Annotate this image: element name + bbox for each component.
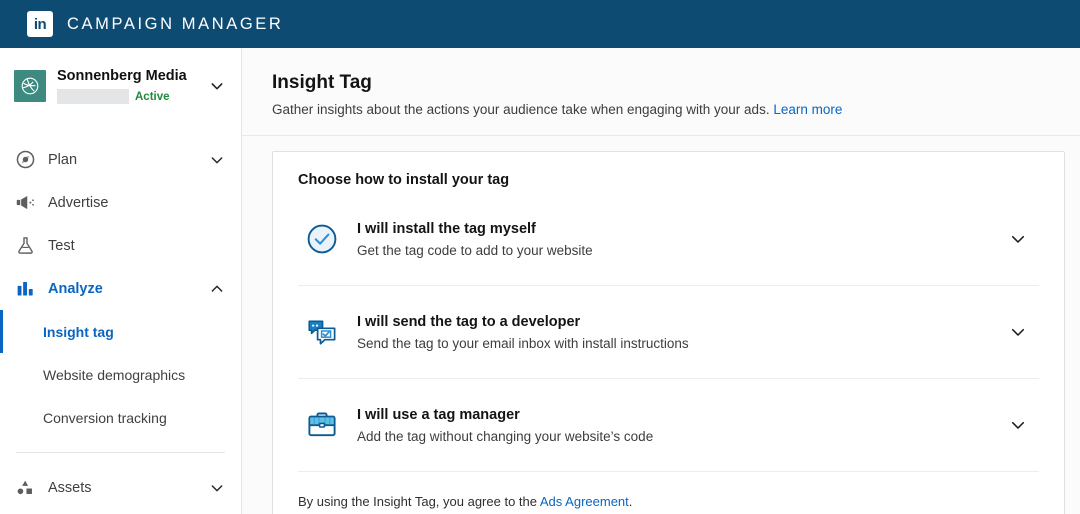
install-options-card: Choose how to install your tag I will in…	[272, 151, 1065, 514]
chevron-down-icon[interactable]	[1009, 323, 1027, 341]
account-selector[interactable]: Sonnenberg Media Active	[0, 48, 241, 120]
app-body: Sonnenberg Media Active Plan Advertise T…	[0, 48, 1080, 514]
briefcase-icon	[305, 408, 339, 442]
ads-agreement-link[interactable]: Ads Agreement	[540, 494, 629, 509]
option-title: I will send the tag to a developer	[357, 314, 581, 331]
card-footer: By using the Insight Tag, you agree to t…	[298, 471, 1039, 509]
main-content: Insight Tag Gather insights about the ac…	[242, 48, 1080, 514]
megaphone-icon	[14, 192, 36, 214]
linkedin-logo-icon[interactable]: in	[27, 11, 53, 37]
page-title: Insight Tag	[272, 72, 372, 93]
chevron-down-icon[interactable]	[1009, 230, 1027, 248]
option-description: Add the tag without changing your websit…	[357, 429, 654, 445]
sidebar-item-assets[interactable]: Assets	[0, 466, 241, 509]
account-name: Sonnenberg Media	[57, 68, 187, 84]
sidebar-item-insight-tag[interactable]: Insight tag	[0, 310, 241, 353]
page-subtitle: Gather insights about the actions your a…	[272, 101, 1080, 119]
sidebar-subitem-label: Conversion tracking	[43, 409, 167, 426]
flask-icon	[14, 235, 36, 257]
sidebar-item-test[interactable]: Test	[0, 224, 241, 267]
option-description: Send the tag to your email inbox with in…	[357, 336, 689, 352]
sidebar-item-label: Assets	[48, 479, 92, 496]
sidebar-item-label: Test	[48, 237, 75, 254]
chevron-down-icon[interactable]	[209, 78, 225, 94]
compass-icon	[14, 149, 36, 171]
sidebar-item-conversion-tracking[interactable]: Conversion tracking	[0, 396, 241, 439]
bar-chart-icon	[14, 278, 36, 300]
campaign-manager-app: in CAMPAIGN MANAGER Sonnenberg Media Act…	[0, 0, 1080, 514]
option-title: I will use a tag manager	[357, 407, 520, 424]
sidebar-item-website-demographics[interactable]: Website demographics	[0, 353, 241, 396]
top-header-bar: in CAMPAIGN MANAGER	[0, 0, 1080, 48]
sidebar: Sonnenberg Media Active Plan Advertise T…	[0, 48, 242, 514]
option-install-myself[interactable]: I will install the tag myself Get the ta…	[298, 192, 1039, 285]
sidebar-subitem-label: Website demographics	[43, 366, 186, 383]
sidebar-item-plan[interactable]: Plan	[0, 138, 241, 181]
option-text: I will use a tag manager Add the tag wit…	[357, 406, 1009, 444]
sidebar-item-label: Analyze	[48, 280, 103, 297]
chevron-down-icon[interactable]	[1009, 416, 1027, 434]
option-text: I will install the tag myself Get the ta…	[357, 220, 1009, 258]
learn-more-link[interactable]: Learn more	[773, 102, 842, 117]
option-text: I will send the tag to a developer Send …	[357, 313, 1009, 351]
chevron-down-icon[interactable]	[209, 152, 225, 168]
sidebar-item-label: Advertise	[48, 194, 109, 211]
account-substatus: Active	[57, 89, 227, 105]
chevron-down-icon[interactable]	[209, 480, 225, 496]
brand-title: CAMPAIGN MANAGER	[67, 14, 284, 33]
page-header: Insight Tag Gather insights about the ac…	[242, 48, 1080, 119]
status-badge: Active	[135, 90, 170, 103]
option-title: I will install the tag myself	[357, 220, 536, 237]
sidebar-item-label: Plan	[48, 151, 78, 168]
redacted-account-id	[57, 89, 129, 105]
header-divider	[242, 135, 1080, 137]
check-circle-icon	[305, 222, 339, 256]
shapes-icon	[14, 477, 36, 499]
option-send-to-developer[interactable]: I will send the tag to a developer Send …	[298, 285, 1039, 378]
company-logo-icon	[14, 70, 46, 102]
message-check-icon	[305, 315, 339, 349]
card-title: Choose how to install your tag	[298, 172, 510, 189]
option-tag-manager[interactable]: I will use a tag manager Add the tag wit…	[298, 378, 1039, 471]
footer-suffix-text: .	[628, 494, 633, 510]
footer-prefix-text: By using the Insight Tag, you agree to t…	[298, 494, 540, 510]
sidebar-item-analyze[interactable]: Analyze	[0, 267, 241, 310]
account-info: Sonnenberg Media Active	[57, 68, 227, 105]
sidebar-divider	[16, 452, 225, 453]
chevron-up-icon[interactable]	[209, 281, 225, 297]
sidebar-subitem-label: Insight tag	[43, 323, 114, 340]
option-description: Get the tag code to add to your website	[357, 242, 593, 258]
page-subtitle-text: Gather insights about the actions your a…	[272, 102, 770, 117]
sidebar-nav: Plan Advertise Test Analyze Insight tag …	[0, 120, 241, 509]
sidebar-item-advertise[interactable]: Advertise	[0, 181, 241, 224]
